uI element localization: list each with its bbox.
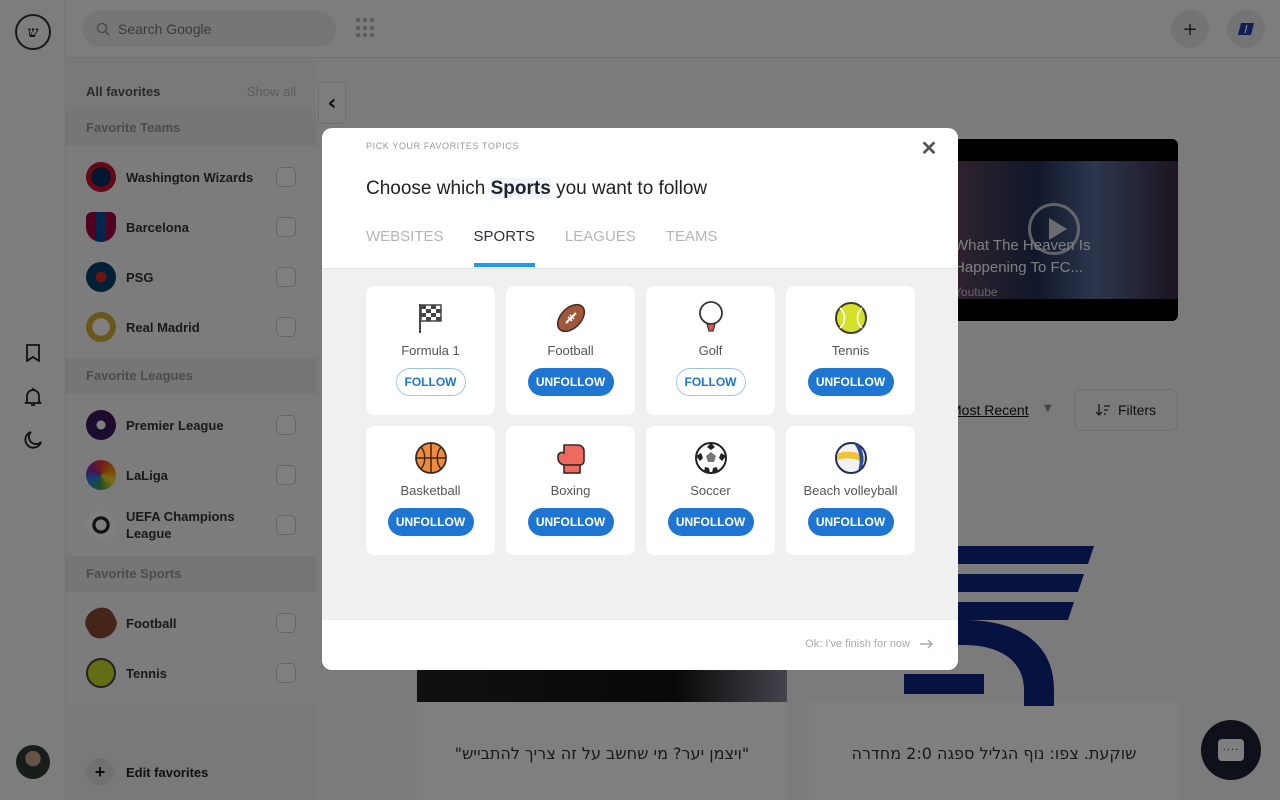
sport-card: Football UNFOLLOW	[506, 286, 635, 415]
sport-name: Soccer	[690, 483, 731, 498]
sport-card: Beach volleyball UNFOLLOW	[786, 426, 915, 555]
tab-websites[interactable]: WEBSITES	[366, 228, 444, 268]
sport-card: Basketball UNFOLLOW	[366, 426, 495, 555]
sports-grid: Formula 1 FOLLOW Football UNFOLLOW Golf …	[366, 286, 915, 555]
tab-sports[interactable]: SPORTS	[473, 228, 536, 268]
topic-tabs: WEBSITES SPORTS LEAGUES TEAMS	[366, 228, 717, 268]
basketball-icon	[414, 441, 448, 475]
sport-name: Football	[547, 343, 594, 358]
sport-name: Beach volleyball	[803, 483, 898, 498]
golf-ball-icon	[694, 301, 728, 335]
sport-card: Boxing UNFOLLOW	[506, 426, 635, 555]
volleyball-icon	[834, 441, 868, 475]
pick-topics-modal: PICK YOUR FAVORITES TOPICS ✕ Choose whic…	[322, 128, 958, 670]
sport-card: Golf FOLLOW	[646, 286, 775, 415]
sport-card: Formula 1 FOLLOW	[366, 286, 495, 415]
arrow-right-icon	[920, 639, 933, 649]
unfollow-button[interactable]: UNFOLLOW	[527, 508, 614, 536]
sport-name: Golf	[698, 343, 723, 358]
tab-teams[interactable]: TEAMS	[666, 228, 718, 268]
modal-kicker: PICK YOUR FAVORITES TOPICS	[366, 141, 519, 151]
sport-name: Formula 1	[401, 343, 460, 358]
american-football-icon	[554, 301, 588, 335]
sport-card: Tennis UNFOLLOW	[786, 286, 915, 415]
tab-leagues[interactable]: LEAGUES	[565, 228, 636, 268]
follow-button[interactable]: FOLLOW	[675, 368, 746, 396]
sport-name: Tennis	[831, 343, 870, 358]
title-highlight: Sports	[490, 178, 551, 199]
sport-card: Soccer UNFOLLOW	[646, 426, 775, 555]
sport-name: Basketball	[400, 483, 461, 498]
modal-footer: Ok: I've finish for now	[322, 619, 958, 670]
close-icon[interactable]: ✕	[918, 137, 940, 160]
unfollow-button[interactable]: UNFOLLOW	[527, 368, 614, 396]
soccer-ball-icon	[694, 441, 728, 475]
sport-name: Boxing	[550, 483, 591, 498]
unfollow-button[interactable]: UNFOLLOW	[667, 508, 754, 536]
follow-button[interactable]: FOLLOW	[395, 368, 466, 396]
finish-button[interactable]: Ok: I've finish for now	[805, 638, 934, 650]
checkered-flag-icon	[414, 301, 448, 335]
tennis-ball-icon	[834, 301, 868, 335]
modal-title: Choose which Sports you want to follow	[366, 178, 708, 199]
unfollow-button[interactable]: UNFOLLOW	[807, 368, 894, 396]
sports-grid-area: Formula 1 FOLLOW Football UNFOLLOW Golf …	[322, 268, 958, 619]
unfollow-button[interactable]: UNFOLLOW	[387, 508, 474, 536]
unfollow-button[interactable]: UNFOLLOW	[807, 508, 894, 536]
boxing-glove-icon	[554, 441, 588, 475]
